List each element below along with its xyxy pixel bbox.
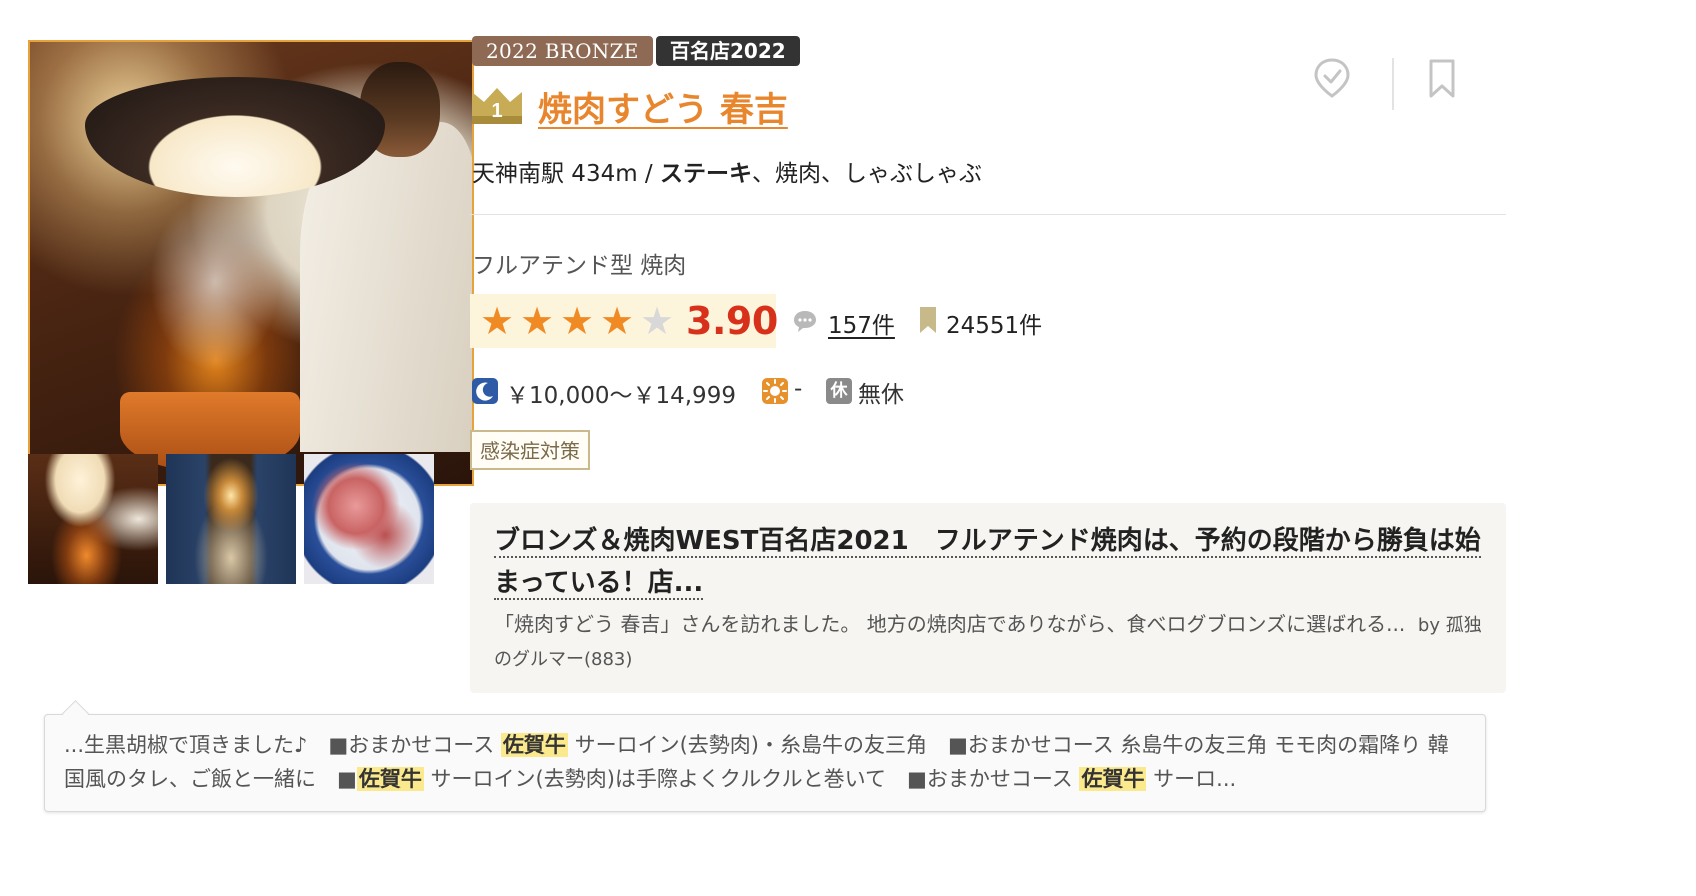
thumbnail-photo-1[interactable] <box>28 454 158 584</box>
rating-score: 3.90 <box>686 299 778 343</box>
snippet-part-1: ...生黒胡椒で頂きました♪ ■おまかせコース <box>64 733 501 757</box>
station-genre-line: 天神南駅 434m / ステーキ、焼肉、しゃぶしゃぶ <box>472 154 982 188</box>
snippet-highlight-3: 佐賀牛 <box>1079 767 1147 791</box>
main-genre: ステーキ <box>660 161 752 187</box>
star-1-icon: ★ <box>479 299 515 343</box>
hyakumeiten-badge[interactable]: 百名店2022 <box>656 36 800 66</box>
save-count: 24551件 <box>946 313 1043 339</box>
holiday-icon: 休 <box>826 378 852 404</box>
snippet-part-4: サーロ... <box>1146 767 1237 791</box>
thumbnail-photo-3[interactable] <box>304 454 434 584</box>
review-title-link[interactable]: ブロンズ＆焼肉WEST百名店2021 フルアテンド焼肉は、予約の段階から勝負は始… <box>494 520 1484 604</box>
dinner-price: ￥10,000～￥14,999 <box>506 383 736 409</box>
star-4-icon: ★ <box>599 299 635 343</box>
covid-measures-tag[interactable]: 感染症対策 <box>470 430 590 470</box>
bookmark-icon[interactable] <box>1420 56 1464 100</box>
snippet-highlight-1: 佐賀牛 <box>500 733 568 757</box>
restaurant-subtitle: フルアテンド型 焼肉 <box>472 253 687 279</box>
review-body-text: 「焼肉すどう 春吉」さんを訪れました。 地方の焼肉店でありながら、食べログブロン… <box>494 612 1406 636</box>
main-restaurant-photo[interactable] <box>28 40 474 486</box>
holiday-text: 無休 <box>858 382 904 408</box>
lunch-price: - <box>794 376 803 402</box>
star-5-icon: ★ <box>639 299 675 343</box>
photo-steam-shape <box>150 192 280 372</box>
snippet-highlight-2: 佐賀牛 <box>356 767 424 791</box>
icon-divider <box>1392 58 1394 110</box>
comment-bubble-icon <box>794 311 816 332</box>
sun-icon <box>762 378 788 404</box>
snippet-part-3: サーロイン(去勢肉)は手際よくクルクルと巻いて ■おまかせコース <box>423 767 1080 791</box>
crown-icon: 1 <box>472 88 522 124</box>
review-count-link[interactable]: 157件 <box>828 306 895 340</box>
award-badge[interactable]: 2022 BRONZE <box>472 36 653 66</box>
other-genres: 、焼肉、しゃぶしゃぶ <box>752 161 982 187</box>
keyword-snippet-text: ...生黒胡椒で頂きました♪ ■おまかせコース 佐賀牛 サーロイン(去勢肉)・糸… <box>64 728 1468 796</box>
review-excerpt: 「焼肉すどう 春吉」さんを訪れました。 地方の焼肉店でありながら、食べログブロン… <box>494 608 1484 676</box>
section-divider <box>470 214 1506 215</box>
visited-check-icon[interactable] <box>1310 56 1354 100</box>
rank-number: 1 <box>491 100 502 122</box>
save-bookmark-icon <box>920 307 936 333</box>
star-rating: ★ ★ ★ ★ ★ <box>478 298 676 344</box>
star-3-icon: ★ <box>559 299 595 343</box>
moon-icon <box>472 378 498 404</box>
genre-separator: / <box>637 161 660 187</box>
station-distance: 天神南駅 434m <box>472 161 638 187</box>
star-2-icon: ★ <box>519 299 555 343</box>
thumbnail-photo-2[interactable] <box>166 454 296 584</box>
review-title-text[interactable]: ブロンズ＆焼肉WEST百名店2021 フルアテンド焼肉は、予約の段階から勝負は始… <box>494 526 1481 600</box>
restaurant-name-link[interactable]: 焼肉すどう 春吉 <box>538 82 788 131</box>
